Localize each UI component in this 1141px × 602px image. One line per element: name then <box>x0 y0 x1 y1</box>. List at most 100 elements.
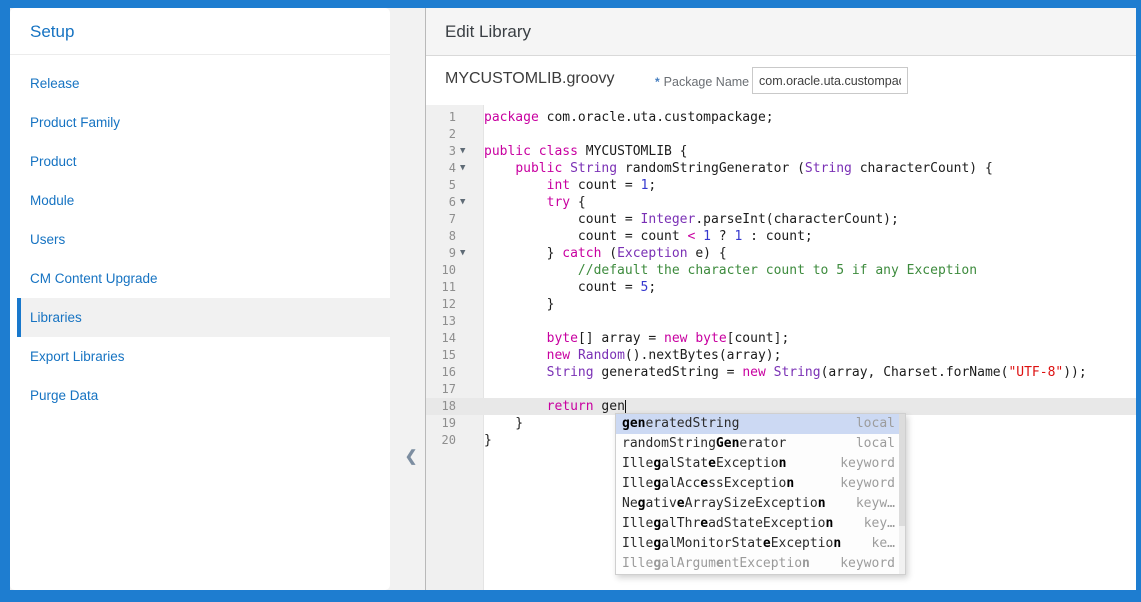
fold-arrow-icon[interactable]: ▼ <box>456 245 484 262</box>
line-number: 9 <box>448 246 456 260</box>
completion-meta: local <box>855 436 895 451</box>
fold-arrow-icon[interactable]: ▼ <box>456 143 484 160</box>
code-text: //default the character count to 5 if an… <box>577 263 978 278</box>
code-text: public class MYCUSTOMLIB { <box>484 144 688 159</box>
code-line-16[interactable]: 16 String generatedString = new String(a… <box>426 364 1136 381</box>
line-number: 10 <box>441 263 456 277</box>
completion-item-IllegalThreadStateException[interactable]: IllegalThreadStateException key… <box>616 514 905 534</box>
line-number: 14 <box>441 331 456 345</box>
sidebar-item-list: Release Product Family Product Module Users C… <box>10 55 390 415</box>
code-text: } catch (Exception e) { <box>484 246 727 261</box>
completion-meta: key… <box>863 516 895 531</box>
code-text: } <box>484 297 555 312</box>
fold-arrow-icon[interactable]: ▼ <box>456 160 484 177</box>
code-line-11[interactable]: 11 count = 5; <box>426 279 1136 296</box>
line-number: 13 <box>441 314 456 328</box>
package-name-input[interactable] <box>752 67 908 94</box>
code-line-6[interactable]: 6 ▼ try { <box>426 194 1136 211</box>
text-cursor <box>624 400 626 414</box>
completion-caption: randomStringGenerator <box>622 436 787 451</box>
completion-meta: keyword <box>840 456 895 471</box>
required-asterisk: * <box>655 75 660 89</box>
code-text: try { <box>546 195 586 210</box>
line-number: 19 <box>441 416 456 430</box>
code-line-13[interactable]: 13 <box>426 313 1136 330</box>
autocomplete-popup: generatedString local randomStringGenerato… <box>615 413 906 575</box>
sidebar-item-users[interactable]: Users <box>10 220 390 259</box>
panel-header: Edit Library <box>426 8 1136 56</box>
code-line-15[interactable]: 15 new Random().nextBytes(array); <box>426 347 1136 364</box>
popup-scrollbar-thumb[interactable] <box>899 414 905 526</box>
sidebar-item-purge-data[interactable]: Purge Data <box>10 376 390 415</box>
sidebar-item-cm-content-upgrade[interactable]: CM Content Upgrade <box>10 259 390 298</box>
completion-item-IllegalArgumentException[interactable]: IllegalArgumentException keyword <box>616 554 905 574</box>
code-line-10[interactable]: 10 //default the character count to 5 if… <box>426 262 1136 279</box>
completion-item-IllegalAccessException[interactable]: IllegalAccessException keyword <box>616 474 905 494</box>
completion-caption: IllegalAccessException <box>622 476 795 491</box>
edit-library-panel: Edit Library MYCUSTOMLIB.groovy * Package… <box>425 8 1136 590</box>
code-line-1[interactable]: 1 package com.oracle.uta.custompackage; <box>426 109 1136 126</box>
completion-meta: keyw… <box>855 496 895 511</box>
code-line-3[interactable]: 3 ▼ public class MYCUSTOMLIB { <box>426 143 1136 160</box>
completion-item-generatedString[interactable]: generatedString local <box>616 414 905 434</box>
completion-caption: IllegalMonitorStateException <box>622 536 842 551</box>
completion-item-NegativeArraySizeException[interactable]: NegativeArraySizeException keyw… <box>616 494 905 514</box>
code-text: byte[] array = new byte[count]; <box>546 331 790 346</box>
line-number: 11 <box>441 280 456 294</box>
code-line-8[interactable]: 8 count = count < 1 ? 1 : count; <box>426 228 1136 245</box>
line-number: 3 <box>448 144 456 158</box>
popup-scrollbar[interactable] <box>899 414 905 574</box>
code-line-7[interactable]: 7 count = Integer.parseInt(characterCoun… <box>426 211 1136 228</box>
sidebar-item-release[interactable]: Release <box>10 64 390 103</box>
completion-caption: IllegalArgumentException <box>622 556 810 571</box>
sidebar-item-product-family[interactable]: Product Family <box>10 103 390 142</box>
completion-caption: IllegalStateException <box>622 456 787 471</box>
fold-arrow-icon[interactable]: ▼ <box>456 194 484 211</box>
file-name-label: MYCUSTOMLIB.groovy <box>445 70 615 87</box>
code-text: count = 5; <box>484 280 657 295</box>
package-name-label-text: Package Name <box>663 75 750 89</box>
code-line-9[interactable]: 9 ▼ } catch (Exception e) { <box>426 245 1136 262</box>
sidebar-item-libraries[interactable]: Libraries <box>17 298 390 337</box>
code-line-14[interactable]: 14 byte[] array = new byte[count]; <box>426 330 1136 347</box>
line-number: 18 <box>441 399 456 413</box>
line-number: 16 <box>441 365 456 379</box>
completion-item-IllegalMonitorStateException[interactable]: IllegalMonitorStateException ke… <box>616 534 905 554</box>
code-line-4[interactable]: 4 ▼ public String randomStringGenerator (… <box>426 160 1136 177</box>
line-number: 5 <box>448 178 456 192</box>
sidebar-item-product[interactable]: Product <box>10 142 390 181</box>
line-number: 12 <box>441 297 456 311</box>
sidebar-collapse-button[interactable]: ❮ <box>400 446 422 468</box>
code-line-17[interactable]: 17 <box>426 381 1136 398</box>
completion-item-IllegalStateException[interactable]: IllegalStateException keyword <box>616 454 905 474</box>
sidebar-item-module[interactable]: Module <box>10 181 390 220</box>
editor-toolbar: MYCUSTOMLIB.groovy * Package Name <box>426 56 1136 105</box>
completion-caption: NegativeArraySizeException <box>622 496 826 511</box>
sidebar-title: Setup <box>30 22 75 41</box>
sidebar-item-export-libraries[interactable]: Export Libraries <box>10 337 390 376</box>
completion-caption: generatedString <box>622 416 740 431</box>
code-line-2[interactable]: 2 <box>426 126 1136 143</box>
code-text: String generatedString = new String(arra… <box>546 365 1087 380</box>
code-line-12[interactable]: 12 } <box>426 296 1136 313</box>
line-number: 15 <box>441 348 456 362</box>
code-line-5[interactable]: 5 int count = 1; <box>426 177 1136 194</box>
completion-meta: ke… <box>871 536 895 551</box>
panel-title: Edit Library <box>445 21 531 41</box>
line-number: 2 <box>448 127 456 141</box>
code-text: public String randomStringGenerator (Str… <box>515 161 993 176</box>
completion-item-randomStringGenerator[interactable]: randomStringGenerator local <box>616 434 905 454</box>
editor-lines: 1 package com.oracle.uta.custompackage; 2 3… <box>426 105 1136 449</box>
